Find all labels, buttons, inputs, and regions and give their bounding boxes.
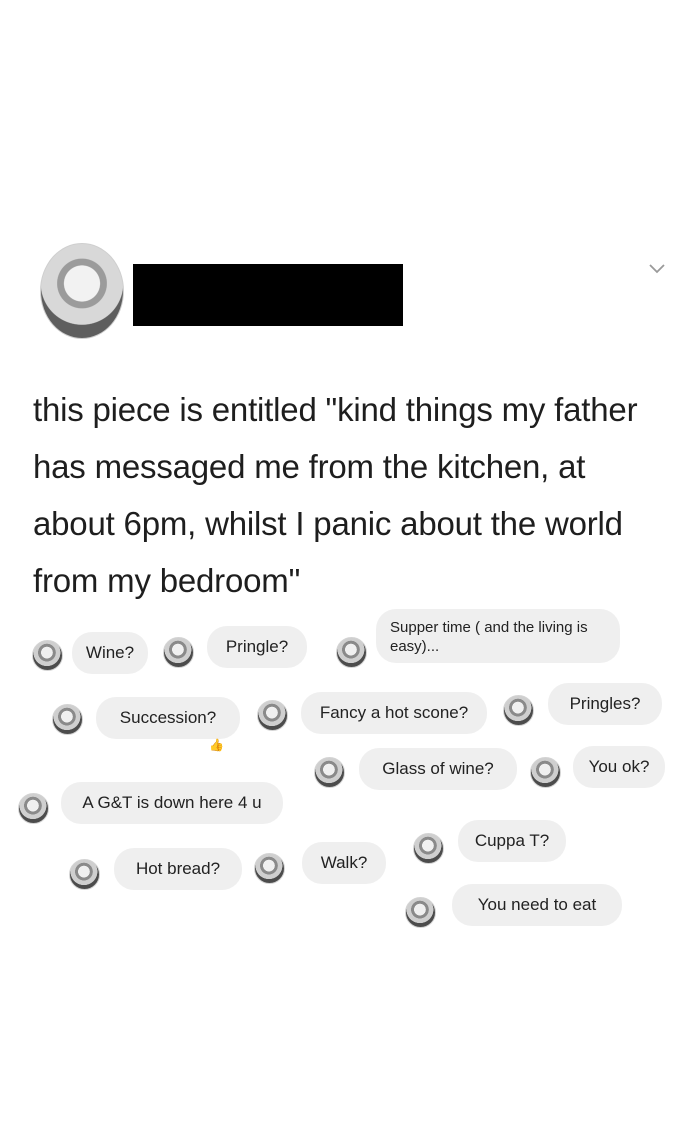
- sender-avatar: [314, 757, 345, 788]
- message-bubble: Cuppa T?: [458, 820, 566, 862]
- message-bubble: Walk?: [302, 842, 386, 884]
- sender-avatar: [254, 853, 285, 884]
- post-text: this piece is entitled "kind things my f…: [33, 391, 638, 599]
- sender-avatar: [163, 637, 194, 668]
- message-bubble: Pringle?: [207, 626, 307, 668]
- message-bubble: Hot bread?: [114, 848, 242, 890]
- sender-avatar: [530, 757, 561, 788]
- sender-avatar: [405, 897, 436, 928]
- message-bubble: Succession?: [96, 697, 240, 739]
- thumbs-up-icon: 👍: [209, 738, 224, 752]
- redacted-author-name: [133, 264, 403, 326]
- message-bubble: Glass of wine?: [359, 748, 517, 790]
- message-bubble: Fancy a hot scone?: [301, 692, 487, 734]
- sender-avatar: [69, 859, 100, 890]
- message-bubble: Wine?: [72, 632, 148, 674]
- sender-avatar: [18, 793, 49, 824]
- sender-avatar: [413, 833, 444, 864]
- sender-avatar: [336, 637, 367, 668]
- message-bubble: You need to eat: [452, 884, 622, 926]
- message-bubble: You ok?: [573, 746, 665, 788]
- author-avatar[interactable]: [40, 243, 124, 339]
- sender-avatar: [32, 640, 63, 671]
- sender-avatar: [257, 700, 288, 731]
- chevron-down-icon[interactable]: [646, 258, 668, 280]
- message-bubble: Pringles?: [548, 683, 662, 725]
- message-bubble: A G&T is down here 4 u: [61, 782, 283, 824]
- sender-avatar: [503, 695, 534, 726]
- sender-avatar: [52, 704, 83, 735]
- message-bubble: Supper time ( and the living is easy)...: [376, 609, 620, 663]
